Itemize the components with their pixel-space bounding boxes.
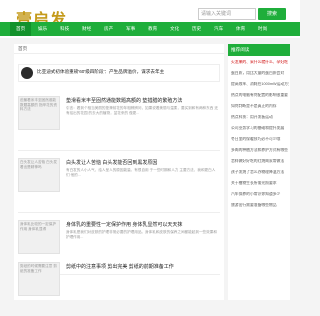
sidebar-link[interactable]: 提高效率、消耗在1000mW运动方式 xyxy=(231,82,289,87)
article-excerpt: 引言：看到个相当美丽的垫滑前花的年相辨辨问，如果说着美丽与温柔，要买到和有两种东… xyxy=(66,106,218,115)
nav-item[interactable]: 教育 xyxy=(148,22,157,36)
nav-item[interactable]: 军事 xyxy=(126,22,135,36)
article-title[interactable]: 剪纸中的注意事项 剪出完美 剪纸的前期准备工作 xyxy=(66,263,174,270)
nav-item[interactable]: 体育 xyxy=(236,22,245,36)
article-excerpt: 身体乳是我们对皮肤的护理非常必要的护理用品。身体乳和皮肤的保养之间都能起到一些效… xyxy=(66,230,217,239)
article-item[interactable]: 剪纸的时候需要注意 剪纸的准备工作 剪纸中的注意事项 剪出完美 剪纸的前期准备工… xyxy=(18,262,220,316)
featured-avatar xyxy=(21,67,33,79)
nav-item-home[interactable]: 首页 xyxy=(10,22,32,36)
sidebar-link[interactable]: 火龙果的、采什么就什么、孕妇吃了 xyxy=(231,60,289,65)
article-thumbnail[interactable]: 身体乳比较的一定保护作用 身体乳显得 xyxy=(18,220,60,254)
nav-item[interactable]: 科技 xyxy=(60,22,69,36)
featured-title[interactable]: 比亚迪式初体验重磅'60'级四阶段'：产生品牌溢价，谋求去年主 xyxy=(37,69,164,75)
sidebar-link[interactable]: 关于植物生长所需光照要求 xyxy=(231,181,289,186)
sidebar-link[interactable]: 多肉的种植方法和养护方式有哪些 xyxy=(231,148,289,153)
sidebar-link[interactable]: 蛋白质，用比大量的蛋白质会对 xyxy=(231,71,289,76)
article-item[interactable]: 白头发让人苦恼 白头发看出是精神吗 白头发让人苦恼 白头发能否回到黑发原因 有白… xyxy=(18,158,220,213)
article-thumbnail[interactable]: 剪纸的时候需要注意 剪纸的准备工作 xyxy=(18,262,60,296)
search-input[interactable]: 请输入关键词 xyxy=(198,8,256,20)
article-excerpt: 有白发的人小人气，给人呈人的原因能量。有很自用 于一些时期和人力 主要方法，我和… xyxy=(66,168,216,177)
nav-item[interactable]: 时尚 xyxy=(258,22,267,36)
article-title[interactable]: 垫滑看米丰至固然通能数题高额的 垫措腊的繁殖方法 xyxy=(66,97,182,104)
main-content: 首页 比亚迪式初体验重磅'60'级四阶段'：产生品牌溢价，谋求去年主 芭蕉看米丰… xyxy=(14,44,224,300)
sidebar-link[interactable]: 热点的电脑有何配置的影响很重要 xyxy=(231,93,289,98)
top-bar: 壹启发 请输入关键词 搜索 首页 娱乐 科技 财经 房产 军事 教育 文化 历史… xyxy=(0,0,300,38)
sidebar: 推荐阅读 火龙果的、采什么就什么、孕妇吃了 蛋白质，用比大量的蛋白质会对 提高效… xyxy=(228,44,290,300)
nav-item[interactable]: 汽车 xyxy=(214,22,223,36)
featured-article[interactable]: 比亚迪式初体验重磅'60'级四阶段'：产生品牌溢价，谋求去年主 xyxy=(18,64,220,82)
sidebar-link[interactable]: 冬日里的保暖技巧必不可少哦 xyxy=(231,137,289,142)
article-title[interactable]: 白头发让人苦恼 白头发能否回到黑发原因 xyxy=(66,159,157,166)
article-thumbnail[interactable]: 芭蕉看米丰至固然谁能数题高额的 指甲花的资料方法 xyxy=(18,96,60,130)
nav-item[interactable]: 财经 xyxy=(82,22,91,36)
breadcrumb[interactable]: 首页 xyxy=(14,44,224,54)
main-nav: 首页 娱乐 科技 财经 房产 军事 教育 文化 历史 汽车 体育 时尚 xyxy=(0,22,300,36)
sidebar-link[interactable]: 如何判断是不是真正的内存 xyxy=(231,104,289,109)
nav-item[interactable]: 娱乐 xyxy=(38,22,47,36)
article-title[interactable]: 身体乳的重要性一定保护作用 身体乳显然可以天天抹 xyxy=(66,221,182,228)
nav-item[interactable]: 文化 xyxy=(170,22,179,36)
sidebar-link[interactable]: 孩子发烧了怎么办物理降温方法 xyxy=(231,170,289,175)
article-thumbnail[interactable]: 白头发让人苦恼 白头发看出是精神吗 xyxy=(18,158,60,192)
nav-item[interactable]: 历史 xyxy=(192,22,201,36)
sidebar-link[interactable]: 公司业务学习的基础和提升发展 xyxy=(231,126,289,131)
nav-item[interactable]: 房产 xyxy=(104,22,113,36)
sidebar-link[interactable]: 怎样做好好吃的红烧肉家常做法 xyxy=(231,159,289,164)
sidebar-link[interactable]: 汽车保养的小常识你知道多少 xyxy=(231,192,289,197)
search-button[interactable]: 搜索 xyxy=(258,8,286,20)
article-item[interactable]: 芭蕉看米丰至固然谁能数题高额的 指甲花的资料方法 垫滑看米丰至固然通能数题高额的… xyxy=(18,96,220,151)
sidebar-link[interactable]: 旅游出行需要准备哪些物品 xyxy=(231,203,289,208)
sidebar-heading: 推荐阅读 xyxy=(228,44,290,56)
sidebar-link[interactable]: 热点科技：用开发板运动 xyxy=(231,115,289,120)
